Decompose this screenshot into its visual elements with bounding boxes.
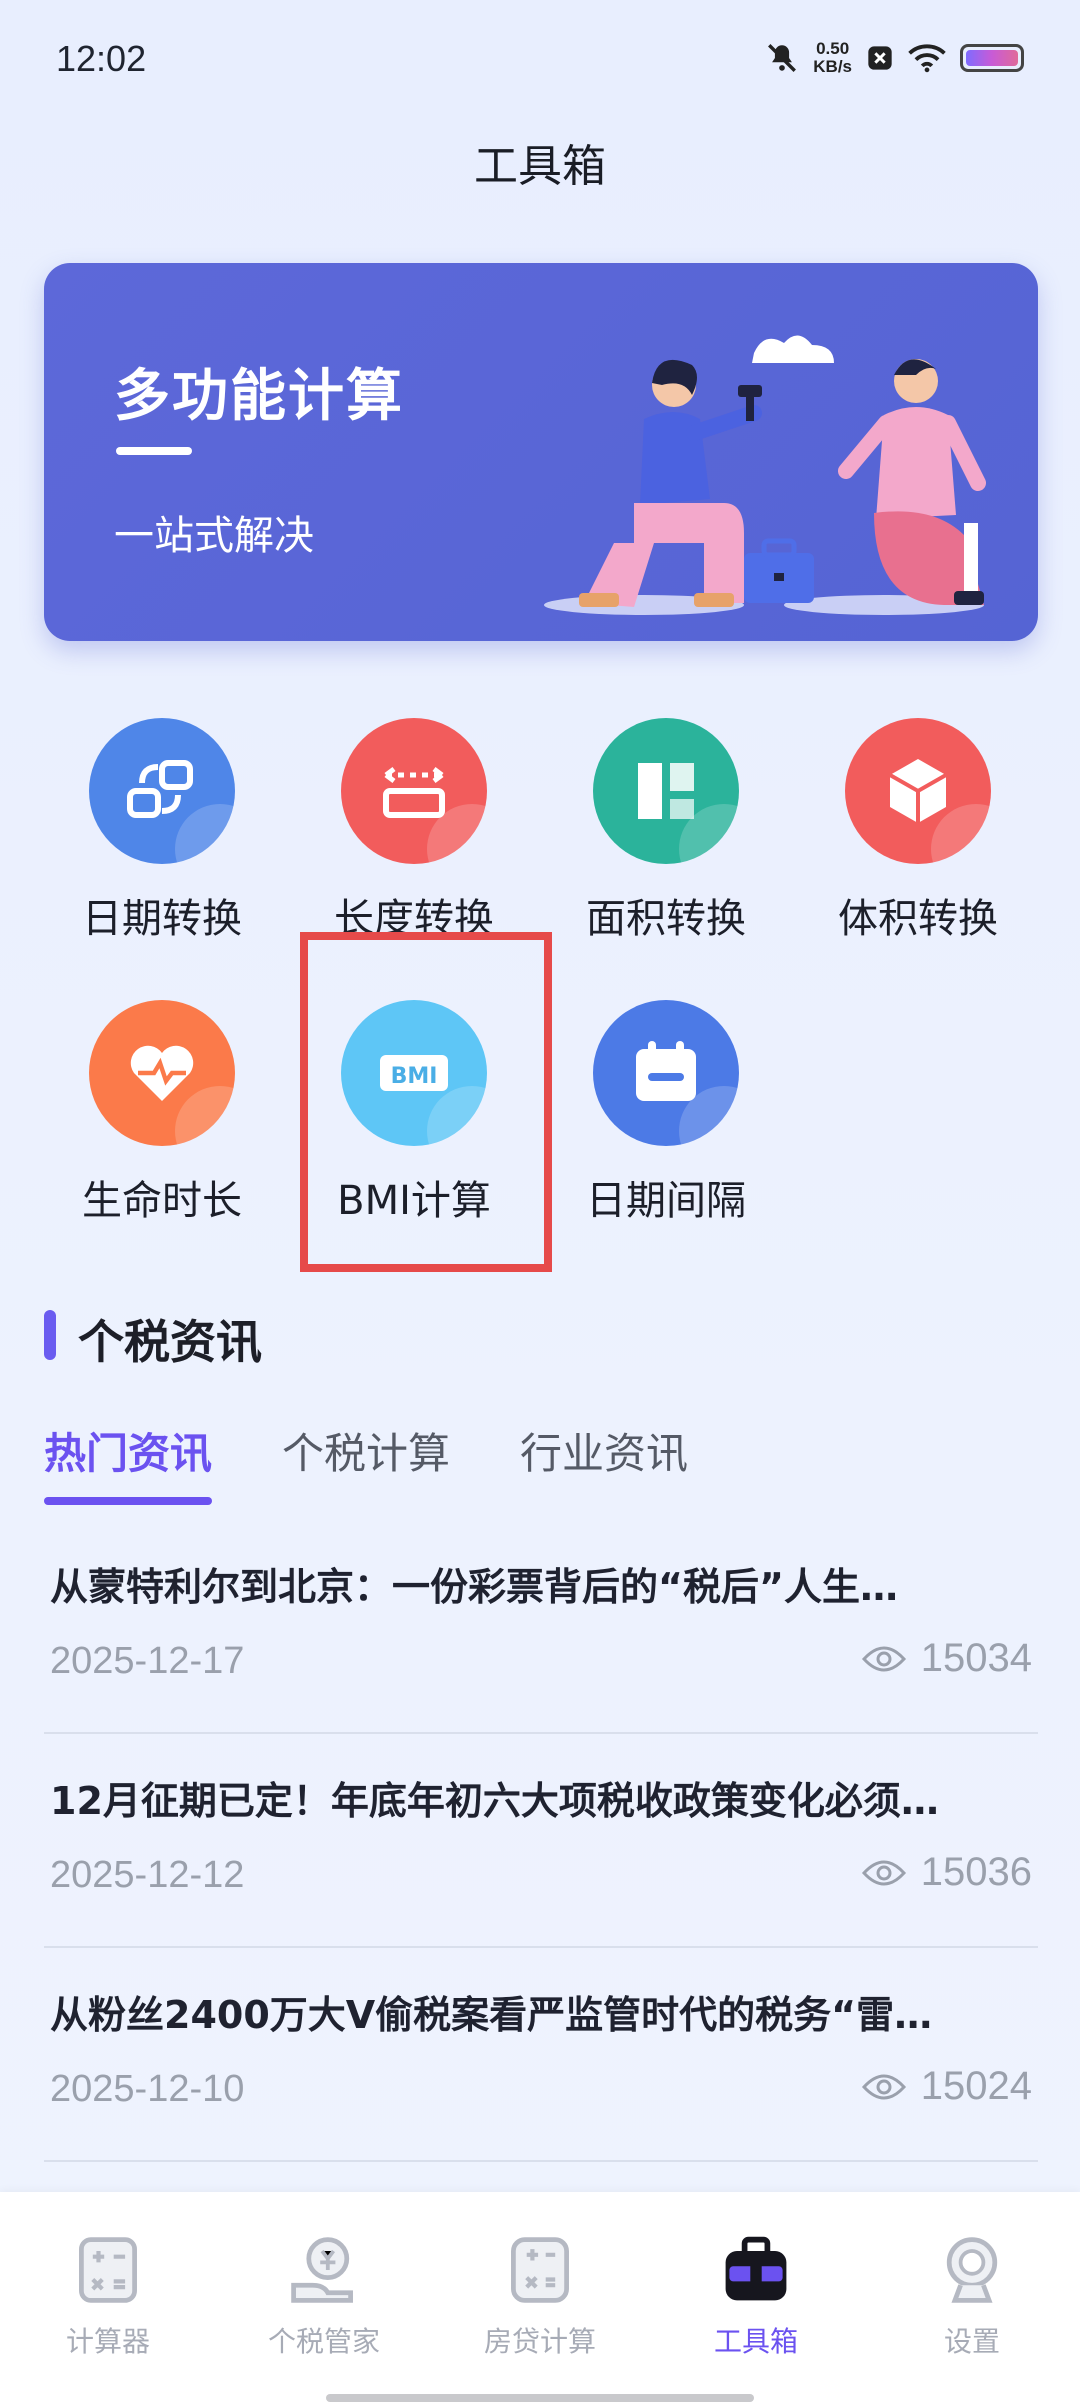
tool-label: 日期转换 [82, 896, 242, 942]
news-item[interactable]: 12月征期已定！年底年初六大项税收政策变化必须… 2025-12-12 1503… [44, 1734, 1038, 1948]
battery-icon [960, 44, 1024, 72]
news-views: 15024 [861, 2064, 1032, 2109]
news-title: 从粉丝2400万大V偷税案看严监管时代的税务“雷… [50, 1993, 933, 2037]
news-item[interactable]: 从蒙特利尔到北京：一份彩票背后的“税后”人生… 2025-12-17 15034 [44, 1520, 1038, 1734]
calculator-icon [79, 2237, 137, 2303]
tab-industry-news[interactable]: 行业资讯 [520, 1420, 688, 1505]
tool-label: 面积转换 [586, 896, 746, 942]
promo-banner[interactable]: 多功能计算 一站式解决 [44, 263, 1038, 641]
notification-x-icon [868, 46, 892, 70]
news-list: 从蒙特利尔到北京：一份彩票背后的“税后”人生… 2025-12-17 15034… [44, 1520, 1038, 2162]
nav-label: 工具箱 [713, 2325, 798, 2358]
section-accent-bar [44, 1310, 56, 1360]
tab-tax-calc[interactable]: 个税计算 [282, 1420, 450, 1505]
news-item[interactable]: 从粉丝2400万大V偷税案看严监管时代的税务“雷… 2025-12-10 150… [44, 1948, 1038, 2162]
bottom-nav: 计算器 个税管家 房贷计算 工具箱 设置 [0, 2192, 1080, 2408]
cube-icon [845, 718, 991, 864]
banner-title: 多功能计算 [114, 364, 404, 429]
banner-subtitle: 一站式解决 [114, 513, 314, 559]
news-title: 从蒙特利尔到北京：一份彩票背后的“税后”人生… [50, 1565, 898, 1609]
nav-label: 房贷计算 [483, 2325, 596, 2358]
news-date: 2025-12-10 [50, 2068, 245, 2110]
nav-label: 个税管家 [267, 2325, 380, 2358]
eye-icon [861, 1860, 906, 1885]
tool-volume-convert[interactable]: 体积转换 [818, 718, 1018, 944]
views-count: 15034 [920, 1636, 1032, 1680]
settings-icon [946, 2237, 998, 2303]
area-shapes-icon [593, 718, 739, 864]
news-views: 15036 [861, 1850, 1032, 1895]
tool-date-interval[interactable]: 日期间隔 [566, 1000, 766, 1226]
net-speed-unit: KB/s [813, 57, 852, 76]
news-date: 2025-12-12 [50, 1854, 245, 1896]
net-speed-value: 0.50 [816, 39, 850, 58]
nav-calculator[interactable]: 计算器 [8, 2232, 208, 2360]
status-bar: 12:02 0.50 KB/s [0, 0, 1080, 120]
nav-settings[interactable]: 设置 [872, 2232, 1072, 2360]
tool-label: 日期间隔 [586, 1178, 746, 1224]
tab-hot-news[interactable]: 热门资讯 [44, 1420, 213, 1505]
nav-mortgage-calc[interactable]: 房贷计算 [440, 2232, 640, 2360]
eye-icon [861, 1646, 906, 1671]
banner-divider [116, 447, 192, 455]
mortgage-calc-icon [511, 2237, 569, 2303]
views-count: 15036 [920, 1850, 1032, 1894]
toolbox-icon [725, 2236, 787, 2301]
tool-label: 生命时长 [82, 1178, 242, 1224]
nav-label: 计算器 [65, 2325, 150, 2358]
views-count: 15024 [920, 2064, 1032, 2108]
news-views: 15034 [861, 1636, 1032, 1681]
length-ruler-icon [341, 718, 487, 864]
news-title: 12月征期已定！年底年初六大项税收政策变化必须… [50, 1779, 939, 1823]
date-convert-icon [89, 718, 235, 864]
news-date: 2025-12-17 [50, 1640, 245, 1682]
home-indicator[interactable] [326, 2394, 754, 2402]
net-speed: 0.50 KB/s [813, 40, 852, 76]
nav-toolbox[interactable]: 工具箱 [656, 2232, 856, 2360]
status-icons: 0.50 KB/s [765, 40, 1024, 76]
tool-label: 体积转换 [838, 896, 998, 942]
screen: 12:02 0.50 KB/s 工具箱 多功能计算 一站式解决 日期转换 长度转… [0, 0, 1080, 2408]
nav-tax-manager[interactable]: 个税管家 [224, 2232, 424, 2360]
nav-label: 设置 [943, 2325, 1000, 2358]
wifi-icon [908, 44, 946, 73]
calendar-icon [593, 1000, 739, 1146]
tool-life-duration[interactable]: 生命时长 [62, 1000, 262, 1226]
tool-area-convert[interactable]: 面积转换 [566, 718, 766, 944]
tool-length-convert[interactable]: 长度转换 [314, 718, 514, 944]
status-time: 12:02 [56, 38, 147, 79]
highlight-box [300, 932, 552, 1272]
mute-bell-icon [768, 44, 797, 72]
page-title: 工具箱 [474, 141, 606, 192]
news-tabs: 热门资讯 个税计算 行业资讯 [44, 1420, 688, 1505]
eye-icon [861, 2074, 906, 2099]
section-title: 个税资讯 [78, 1315, 262, 1369]
heart-pulse-icon [89, 1000, 235, 1146]
tool-date-convert[interactable]: 日期转换 [62, 718, 262, 944]
tax-manager-icon [291, 2237, 353, 2303]
banner-illustration [544, 335, 986, 615]
